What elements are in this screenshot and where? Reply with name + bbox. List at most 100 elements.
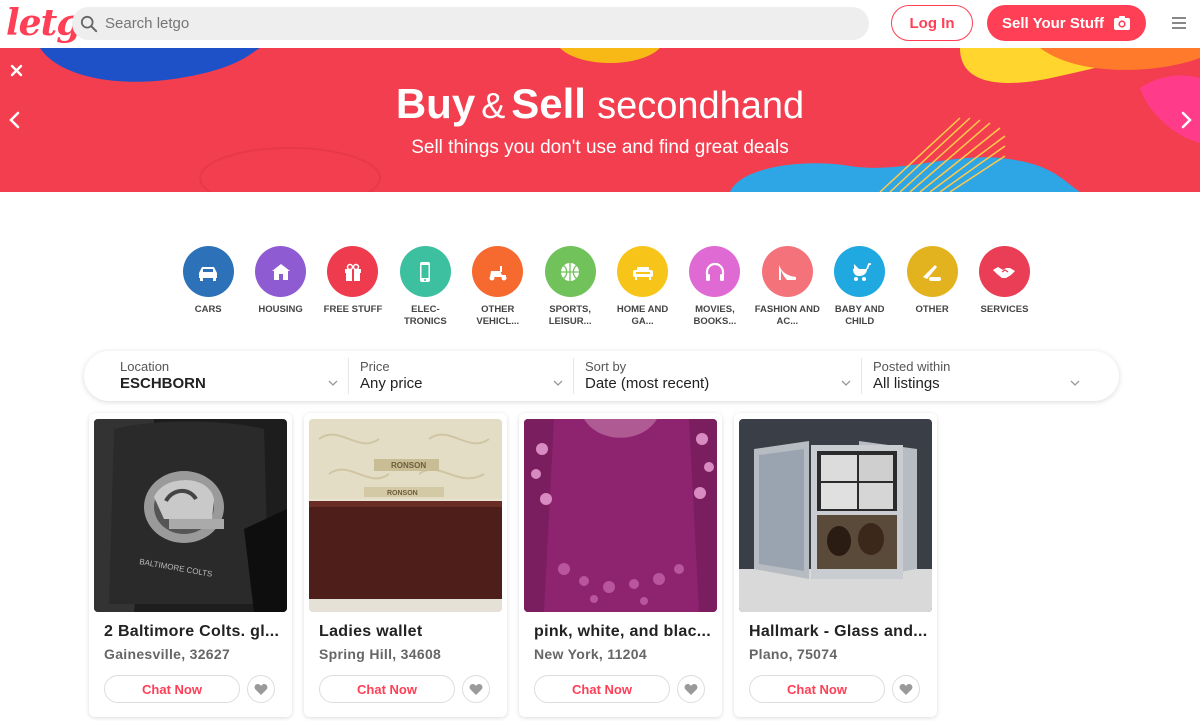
- category-circle[interactable]: [978, 246, 1030, 297]
- category-housing[interactable]: HOUSING: [244, 246, 316, 327]
- listing-photo[interactable]: BALTIMORE COLTS: [94, 419, 287, 612]
- handshake-icon: [993, 266, 1016, 278]
- banner-ampersand: &: [481, 85, 506, 126]
- chevron-down-icon: [328, 380, 338, 386]
- listing-location: Plano, 75074: [749, 646, 838, 662]
- banner-word-sell: Sell: [511, 80, 586, 127]
- listing-card[interactable]: pink, white, and blac... New York, 11204…: [519, 413, 722, 717]
- location-filter-value: ESCHBORN: [120, 375, 206, 392]
- category-fashion[interactable]: FASHION AND AC...: [751, 246, 823, 327]
- category-free-stuff[interactable]: FREE STUFF: [317, 246, 389, 327]
- category-label: SPORTS, LEISUR...: [548, 304, 592, 327]
- car-icon: [199, 266, 218, 281]
- category-electronics[interactable]: ELEC-TRONICS: [389, 246, 461, 327]
- location-filter-label: Location: [120, 359, 170, 374]
- chat-now-button[interactable]: Chat Now: [319, 675, 455, 703]
- banner-word-secondhand: secondhand: [597, 85, 805, 127]
- banner-close-icon[interactable]: [9, 63, 24, 78]
- category-circle[interactable]: [834, 246, 886, 297]
- heart-icon: [469, 683, 483, 695]
- banner-subtitle: Sell things you don't use and find great…: [411, 137, 789, 158]
- favorite-button[interactable]: [247, 675, 275, 703]
- category-sports-leisure[interactable]: SPORTS, LEISUR...: [534, 246, 606, 327]
- filter-bar: Location ESCHBORN Price Any price Sort b…: [84, 351, 1119, 401]
- sort-filter[interactable]: Sort by Date (most recent): [585, 351, 855, 401]
- headphones-icon: [705, 262, 725, 281]
- category-cars[interactable]: CARS: [172, 246, 244, 327]
- category-circle[interactable]: [182, 246, 234, 297]
- listing-title[interactable]: Hallmark - Glass and...: [749, 623, 929, 641]
- price-filter-value: Any price: [360, 375, 423, 392]
- category-label: CARS: [194, 304, 222, 315]
- promo-banner: Buy & Sell secondhand Sell things you don'…: [0, 48, 1200, 192]
- location-filter[interactable]: Location ESCHBORN: [120, 351, 346, 401]
- category-movies-books[interactable]: MOVIES, BOOKS...: [679, 246, 751, 327]
- knife-icon: [923, 264, 942, 281]
- category-label: OTHER: [915, 304, 949, 315]
- category-other-vehicles[interactable]: OTHER VEHICL...: [462, 246, 534, 327]
- listing-photo[interactable]: RONSON RONSON: [309, 419, 502, 612]
- chat-now-button[interactable]: Chat Now: [534, 675, 670, 703]
- category-circle[interactable]: [327, 246, 379, 297]
- price-filter[interactable]: Price Any price: [360, 351, 568, 401]
- listing-location: Spring Hill, 34608: [319, 646, 442, 662]
- stroller-icon: [852, 262, 871, 281]
- category-home-garden[interactable]: HOME AND GA...: [606, 246, 678, 327]
- category-circle[interactable]: [544, 246, 596, 297]
- category-label: FREE STUFF: [323, 304, 383, 315]
- favorite-button[interactable]: [677, 675, 705, 703]
- category-bar: CARS HOUSING FREE STUFF ELEC-TRONICS OTH…: [172, 246, 1041, 327]
- sell-your-stuff-button[interactable]: Sell Your Stuff: [987, 5, 1146, 41]
- category-circle[interactable]: [399, 246, 451, 297]
- category-baby-child[interactable]: BABY AND CHILD: [824, 246, 896, 327]
- banner-word-buy: Buy: [395, 80, 476, 127]
- category-label: SERVICES: [980, 304, 1029, 315]
- search-input[interactable]: [105, 15, 805, 32]
- hamburger-menu-icon[interactable]: [1171, 15, 1187, 31]
- category-label: ELEC-TRONICS: [403, 304, 447, 327]
- category-circle[interactable]: [761, 246, 813, 297]
- banner-headline: Buy & Sell secondhand: [0, 80, 1200, 128]
- category-circle[interactable]: [617, 246, 669, 297]
- category-label: FASHION AND AC...: [754, 304, 820, 327]
- category-label: HOUSING: [258, 304, 303, 315]
- category-circle[interactable]: [472, 246, 524, 297]
- category-circle[interactable]: [906, 246, 958, 297]
- search-icon: [80, 15, 98, 32]
- listing-title[interactable]: 2 Baltimore Colts. gl...: [104, 623, 284, 641]
- favorite-button[interactable]: [892, 675, 920, 703]
- posted-within-filter-label: Posted within: [873, 359, 951, 374]
- heel-icon: [779, 264, 797, 280]
- login-button[interactable]: Log In: [891, 5, 973, 41]
- listing-card[interactable]: Hallmark - Glass and... Plano, 75074 Cha…: [734, 413, 937, 717]
- category-label: MOVIES, BOOKS...: [693, 304, 737, 327]
- sort-filter-label: Sort by: [585, 359, 627, 374]
- listing-title[interactable]: Ladies wallet: [319, 623, 499, 641]
- svg-text:RONSON: RONSON: [387, 490, 418, 497]
- posted-within-filter-value: All listings: [873, 375, 940, 392]
- listing-card[interactable]: RONSON RONSON Ladies wallet Spring Hill,…: [304, 413, 507, 717]
- listing-location: Gainesville, 32627: [104, 646, 231, 662]
- listing-photo[interactable]: [524, 419, 717, 612]
- heart-icon: [899, 683, 913, 695]
- chevron-down-icon: [1070, 380, 1080, 386]
- favorite-button[interactable]: [462, 675, 490, 703]
- chat-now-button[interactable]: Chat Now: [749, 675, 885, 703]
- phone-icon: [420, 261, 431, 282]
- listing-photo[interactable]: [739, 419, 932, 612]
- category-circle[interactable]: [255, 246, 307, 297]
- listing-location: New York, 11204: [534, 646, 647, 662]
- search-bar[interactable]: [72, 7, 869, 40]
- chevron-down-icon: [553, 380, 563, 386]
- filter-divider: [861, 358, 862, 394]
- category-circle[interactable]: [689, 246, 741, 297]
- category-other[interactable]: OTHER: [896, 246, 968, 327]
- posted-within-filter[interactable]: Posted within All listings: [873, 351, 1083, 401]
- listing-title[interactable]: pink, white, and blac...: [534, 623, 714, 641]
- category-services[interactable]: SERVICES: [968, 246, 1040, 327]
- top-header: letgo Log In Sell Your Stuff: [0, 0, 1200, 48]
- sort-filter-value: Date (most recent): [585, 375, 710, 392]
- filter-divider: [573, 358, 574, 394]
- chat-now-button[interactable]: Chat Now: [104, 675, 240, 703]
- listing-card[interactable]: BALTIMORE COLTS 2 Baltimore Colts. gl...…: [89, 413, 292, 717]
